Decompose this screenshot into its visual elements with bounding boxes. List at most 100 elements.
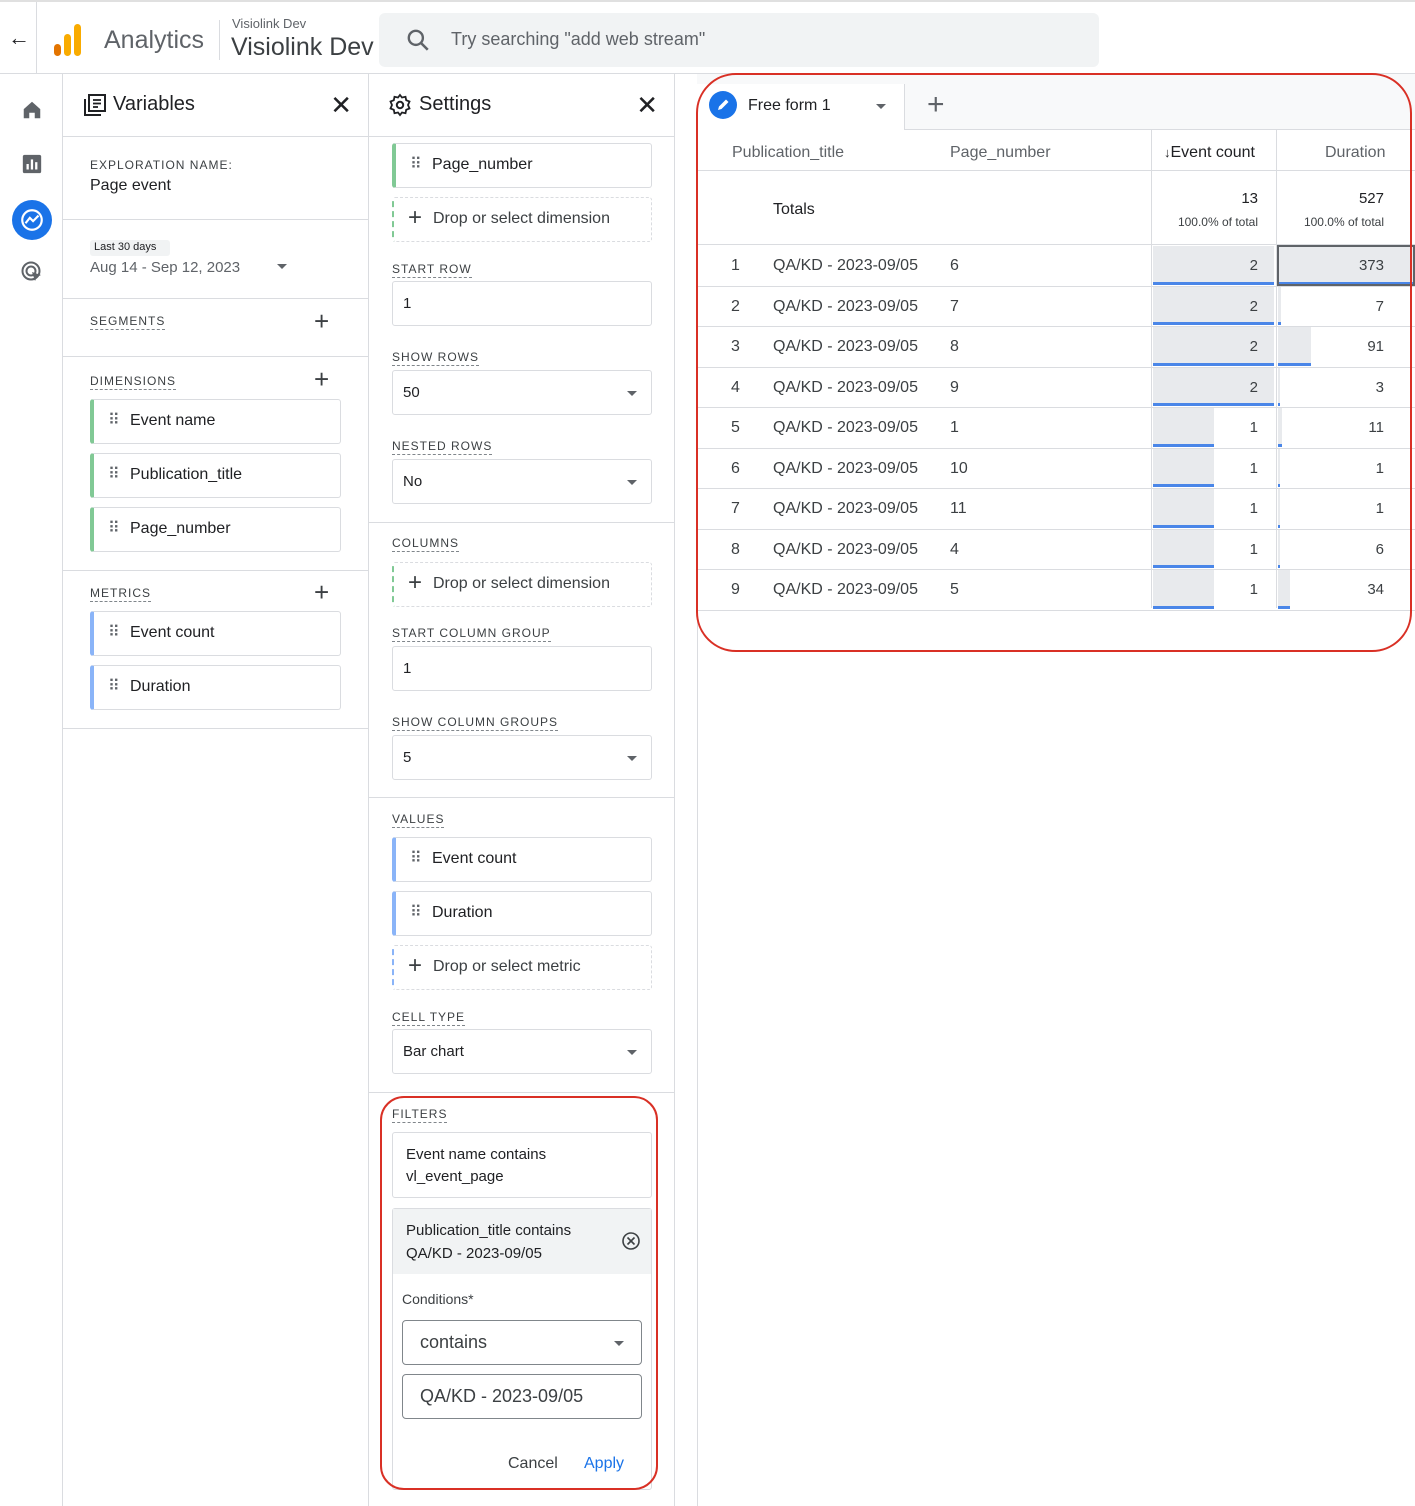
show-column-groups-select[interactable]: 5	[392, 735, 652, 780]
date-preset-chip: Last 30 days	[90, 240, 170, 256]
drop-metric-target[interactable]: + Drop or select metric	[392, 945, 652, 990]
close-icon[interactable]: ✕	[330, 92, 352, 118]
nested-rows-select[interactable]: No	[392, 459, 652, 504]
add-metric-icon[interactable]: +	[314, 579, 329, 605]
event-count-cell[interactable]: 1	[1155, 419, 1258, 436]
date-range[interactable]: Aug 14 - Sep 12, 2023	[90, 259, 240, 276]
duration-cell[interactable]: 1	[1280, 460, 1384, 477]
publication-title-cell[interactable]: QA/KD - 2023-09/05	[773, 338, 918, 356]
duration-cell[interactable]: 1	[1280, 500, 1384, 517]
account-name[interactable]: Visiolink Dev	[232, 16, 306, 31]
metric-chip[interactable]: ⠿ Duration	[90, 665, 341, 710]
drag-handle-icon[interactable]: ⠿	[108, 467, 120, 483]
value-metric-chip[interactable]: ⠿ Event count	[392, 837, 652, 882]
drag-handle-icon[interactable]: ⠿	[410, 157, 422, 173]
close-icon[interactable]: ✕	[636, 92, 658, 118]
duration-cell[interactable]: 91	[1280, 338, 1384, 355]
column-header-label: Event count	[1170, 144, 1256, 161]
duration-cell[interactable]: 34	[1280, 581, 1384, 598]
publication-title-cell[interactable]: QA/KD - 2023-09/05	[773, 500, 918, 518]
page-number-cell[interactable]: 1	[950, 419, 959, 437]
selected-cell-outline	[1277, 245, 1415, 286]
highlight-annotation	[380, 1096, 658, 1490]
duration-cell[interactable]: 6	[1280, 541, 1384, 558]
publication-title-cell[interactable]: QA/KD - 2023-09/05	[773, 379, 918, 397]
search-bar[interactable]: Try searching "add web stream"	[379, 13, 1099, 67]
event-count-cell[interactable]: 2	[1155, 379, 1258, 396]
divider	[369, 797, 674, 798]
page-number-cell[interactable]: 9	[950, 379, 959, 397]
drag-handle-icon[interactable]: ⠿	[410, 851, 422, 867]
event-count-cell[interactable]: 2	[1155, 257, 1258, 274]
tab-free-form[interactable]: Free form 1	[697, 84, 905, 130]
duration-cell[interactable]: 3	[1280, 379, 1384, 396]
top-app-bar: ← Analytics Visiolink Dev Visiolink Dev …	[0, 0, 1415, 74]
event-count-cell[interactable]: 1	[1155, 541, 1258, 558]
dimension-chip[interactable]: ⠿ Publication_title	[90, 453, 341, 498]
dimension-chip[interactable]: ⠿ Event name	[90, 399, 341, 444]
panel-title: Variables	[113, 93, 195, 115]
event-count-cell[interactable]: 2	[1155, 298, 1258, 315]
add-dimension-icon[interactable]: +	[314, 366, 329, 392]
event-count-cell[interactable]: 1	[1155, 500, 1258, 517]
publication-title-cell[interactable]: QA/KD - 2023-09/05	[773, 257, 918, 275]
drag-handle-icon[interactable]: ⠿	[108, 625, 120, 641]
show-rows-select[interactable]: 50	[392, 370, 652, 415]
drop-metric-label: Drop or select metric	[433, 958, 581, 975]
row-dimension-chip[interactable]: ⠿ Page_number	[392, 143, 652, 188]
advertising-icon[interactable]	[14, 254, 50, 290]
event-count-cell[interactable]: 2	[1155, 338, 1258, 355]
value-metric-chip[interactable]: ⠿ Duration	[392, 891, 652, 936]
drop-dimension-target[interactable]: + Drop or select dimension	[392, 197, 652, 242]
column-header[interactable]: Page_number	[950, 144, 1051, 162]
start-row-value: 1	[403, 295, 412, 312]
explore-icon[interactable]	[12, 200, 52, 240]
metric-chip[interactable]: ⠿ Event count	[90, 611, 341, 656]
drop-column-dimension-target[interactable]: + Drop or select dimension	[392, 562, 652, 607]
chevron-down-icon	[627, 1050, 637, 1055]
page-number-cell[interactable]: 4	[950, 541, 959, 559]
divider	[63, 728, 368, 729]
column-header[interactable]: Duration	[1325, 144, 1385, 162]
drag-handle-icon[interactable]: ⠿	[108, 413, 120, 429]
chevron-down-icon[interactable]	[277, 264, 287, 269]
cell-type-select[interactable]: Bar chart	[392, 1029, 652, 1074]
total-duration: 527	[1358, 190, 1384, 207]
publication-title-cell[interactable]: QA/KD - 2023-09/05	[773, 298, 918, 316]
divider	[63, 356, 368, 357]
event-count-cell[interactable]: 1	[1155, 581, 1258, 598]
drag-handle-icon[interactable]: ⠿	[108, 521, 120, 537]
duration-cell[interactable]: 11	[1280, 419, 1384, 436]
chevron-down-icon[interactable]	[876, 104, 886, 109]
add-tab-icon[interactable]: +	[927, 90, 945, 120]
dimension-chip[interactable]: ⠿ Page_number	[90, 507, 341, 552]
column-header[interactable]: Publication_title	[732, 144, 844, 162]
publication-title-cell[interactable]: QA/KD - 2023-09/05	[773, 419, 918, 437]
duration-cell[interactable]: 7	[1280, 298, 1384, 315]
publication-title-cell[interactable]: QA/KD - 2023-09/05	[773, 541, 918, 559]
drop-dimension-label: Drop or select dimension	[433, 575, 610, 592]
page-number-cell[interactable]: 11	[950, 500, 967, 518]
start-column-group-input[interactable]: 1	[392, 646, 652, 691]
property-name[interactable]: Visiolink Dev	[231, 33, 374, 62]
event-count-cell[interactable]: 1	[1155, 460, 1258, 477]
brand-name: Analytics	[104, 26, 205, 54]
row-divider	[698, 170, 1415, 171]
home-icon[interactable]	[14, 92, 50, 128]
start-row-input[interactable]: 1	[392, 281, 652, 326]
page-number-cell[interactable]: 6	[950, 257, 959, 275]
page-number-cell[interactable]: 10	[950, 460, 968, 478]
page-number-cell[interactable]: 8	[950, 338, 959, 356]
arrow-back-icon[interactable]: ←	[6, 24, 32, 52]
publication-title-cell[interactable]: QA/KD - 2023-09/05	[773, 581, 918, 599]
add-segment-icon[interactable]: +	[314, 308, 329, 334]
drag-handle-icon[interactable]: ⠿	[108, 679, 120, 695]
exploration-name[interactable]: Page event	[90, 177, 171, 195]
page-number-cell[interactable]: 7	[950, 298, 959, 316]
reports-icon[interactable]	[14, 146, 50, 182]
column-header-sorted[interactable]: ↓Event count	[1164, 144, 1255, 162]
drag-handle-icon[interactable]: ⠿	[410, 905, 422, 921]
page-number-cell[interactable]: 5	[950, 581, 959, 599]
publication-title-cell[interactable]: QA/KD - 2023-09/05	[773, 460, 918, 478]
show-rows-label: SHOW ROWS	[392, 350, 479, 366]
